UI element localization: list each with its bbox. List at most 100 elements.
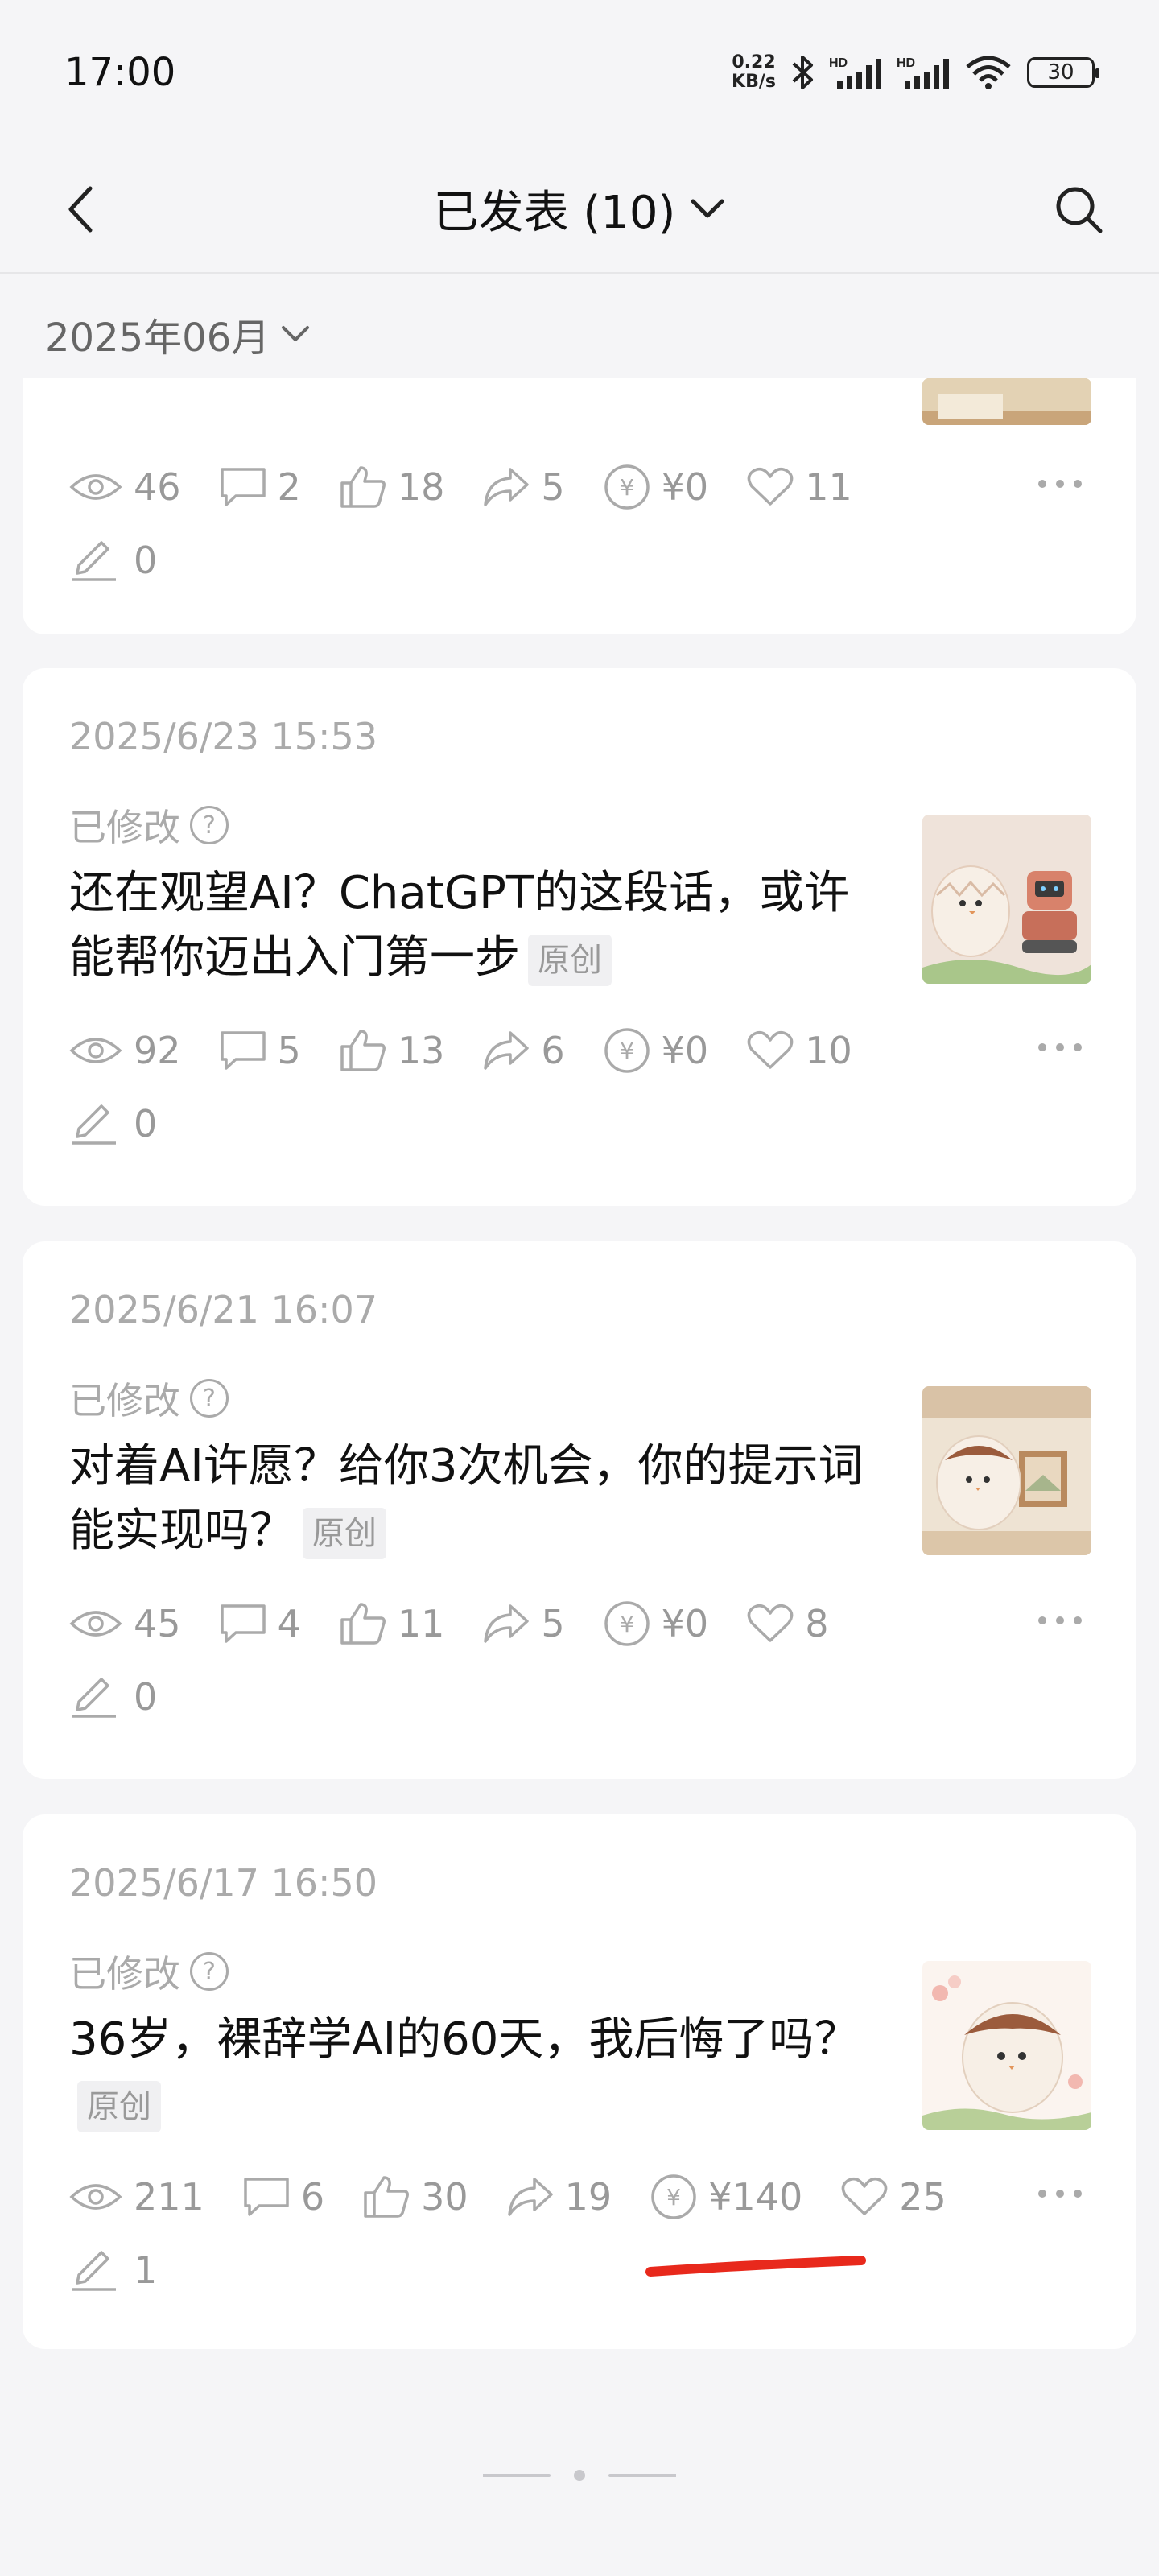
eye-icon [69,474,122,500]
comments-count: 5 [277,1029,301,1072]
month-label: 2025年06月 [45,316,270,361]
article-title[interactable]: 还在观望AI？ChatGPT的这段话，或许能帮你迈出入门第一步 原创 [69,861,874,990]
month-filter[interactable]: 2025年06月 [45,306,310,362]
page-title: 已发表 (10) [433,186,676,239]
battery-icon: 30 [1027,57,1099,88]
favorites-count: 11 [805,465,852,509]
favorites-stat: 25 [841,2175,947,2219]
original-tag: 原创 [528,934,612,986]
svg-text:HD: HD [829,56,848,70]
status-bar: 17:00 0.22 KB/s HD HD 30 [0,0,1159,145]
help-icon[interactable]: ? [190,1952,229,1991]
article-title-text: 36岁，裸辞学AI的60天，我后悔了吗？ [69,2013,860,2066]
comments-stat: 2 [220,465,301,509]
article-card[interactable]: 2025/6/17 16:50 已修改 ? 36岁，裸辞学AI的60天，我后悔了… [23,1814,1136,2349]
likes-stat: 13 [340,1029,445,1072]
help-icon[interactable]: ? [190,1379,229,1418]
more-options-button[interactable] [1032,1600,1088,1641]
status-dropdown[interactable]: 已发表 (10) [434,176,726,242]
chevron-down-icon [282,326,310,341]
stats-row: 45 4 11 5 ¥ ¥0 8 [69,1600,867,1647]
original-tag: 原创 [303,1507,386,1559]
favorites-count: 25 [899,2175,947,2219]
likes-count: 13 [397,1029,445,1072]
yuan-coin-icon: ¥ [604,464,650,510]
article-title-text: 还在观望AI？ChatGPT的这段话，或许能帮你迈出入门第一步 [69,867,850,984]
article-card[interactable]: 2025/6/21 16:07 已修改 ? 对着AI许愿？给你3次机会，你的提示… [23,1241,1136,1779]
shares-stat: 5 [483,465,565,509]
status-time: 17:00 [64,50,176,95]
publish-date: 2025/6/21 16:07 [69,1288,378,1331]
article-card[interactable]: 46 2 18 5 ¥ ¥0 11 0 [23,378,1136,634]
views-count: 46 [134,465,181,509]
net-speed-unit: KB/s [732,72,776,92]
earnings-stat: ¥ ¥140 [650,2174,802,2220]
article-title[interactable]: 36岁，裸辞学AI的60天，我后悔了吗？ 原创 [69,2008,874,2136]
eye-icon [69,2184,122,2210]
views-count: 211 [134,2175,204,2219]
comments-count: 4 [277,1602,301,1645]
back-button[interactable] [48,177,113,242]
edit-count-row: 0 [69,1674,157,1719]
status-icons: 0.22 KB/s HD HD 30 [732,53,1099,92]
earnings-stat: ¥ ¥0 [604,1600,709,1647]
views-stat: 92 [69,1029,181,1072]
publish-date: 2025/6/17 16:50 [69,1861,378,1905]
eye-icon [69,1038,122,1063]
search-button[interactable] [1046,177,1111,242]
comments-count: 6 [300,2175,325,2219]
stats-row: 92 5 13 6 ¥ ¥0 10 [69,1027,891,1074]
likes-stat: 11 [340,1602,445,1645]
comments-stat: 4 [220,1602,301,1645]
shares-count: 5 [541,1602,565,1645]
favorites-stat: 11 [747,465,852,509]
battery-level: 30 [1047,60,1074,85]
views-stat: 45 [69,1602,181,1645]
scroll-indicator [483,2470,676,2481]
likes-count: 11 [397,1602,445,1645]
search-icon [1056,187,1103,233]
edited-label: 已修改 [69,1379,180,1422]
earnings-amount: ¥140 [708,2175,803,2219]
shares-count: 6 [541,1029,565,1072]
more-options-button[interactable] [1032,2174,1088,2214]
heart-icon [747,1030,794,1069]
pencil-icon [72,1678,116,1718]
favorites-stat: 8 [747,1602,828,1645]
more-dots-icon [1038,1616,1082,1624]
share-icon [507,2178,553,2216]
chevron-left-icon [68,186,93,233]
stats-row: 46 2 18 5 ¥ ¥0 11 [69,464,891,510]
earnings-amount: ¥0 [661,465,709,509]
more-options-button[interactable] [1032,464,1088,504]
earnings-stat: ¥ ¥0 [604,464,709,510]
edited-label: 已修改 [69,1952,180,1996]
article-thumbnail [922,1386,1091,1555]
edit-count: 0 [134,1675,158,1719]
favorites-stat: 10 [747,1029,852,1072]
shares-stat: 19 [507,2175,612,2219]
net-speed: 0.22 KB/s [732,53,776,92]
thumbs-up-icon [340,1603,386,1645]
svg-text:¥: ¥ [620,474,634,501]
favorites-count: 8 [805,1602,829,1645]
edit-count: 0 [134,1102,158,1146]
edit-count: 1 [134,2248,158,2292]
help-icon[interactable]: ? [190,806,229,844]
thumbs-up-icon [340,1030,386,1071]
more-options-button[interactable] [1032,1027,1088,1067]
more-dots-icon [1038,1043,1082,1051]
edit-count: 0 [134,539,158,582]
svg-text:HD: HD [897,56,915,70]
comment-icon [244,2178,289,2216]
favorites-count: 10 [805,1029,852,1072]
svg-text:¥: ¥ [620,1611,634,1637]
thumbs-up-icon [364,2176,410,2218]
article-title[interactable]: 对着AI许愿？给你3次机会，你的提示词能实现吗？ 原创 [69,1435,874,1563]
likes-stat: 18 [340,465,444,509]
heart-icon [747,1604,794,1642]
hd-signal-icon: HD [897,54,950,91]
earnings-stat: ¥ ¥0 [604,1027,708,1074]
earnings-amount: ¥0 [661,1602,709,1645]
article-card[interactable]: 2025/6/23 15:53 已修改 ? 还在观望AI？ChatGPT的这段话… [23,668,1136,1206]
